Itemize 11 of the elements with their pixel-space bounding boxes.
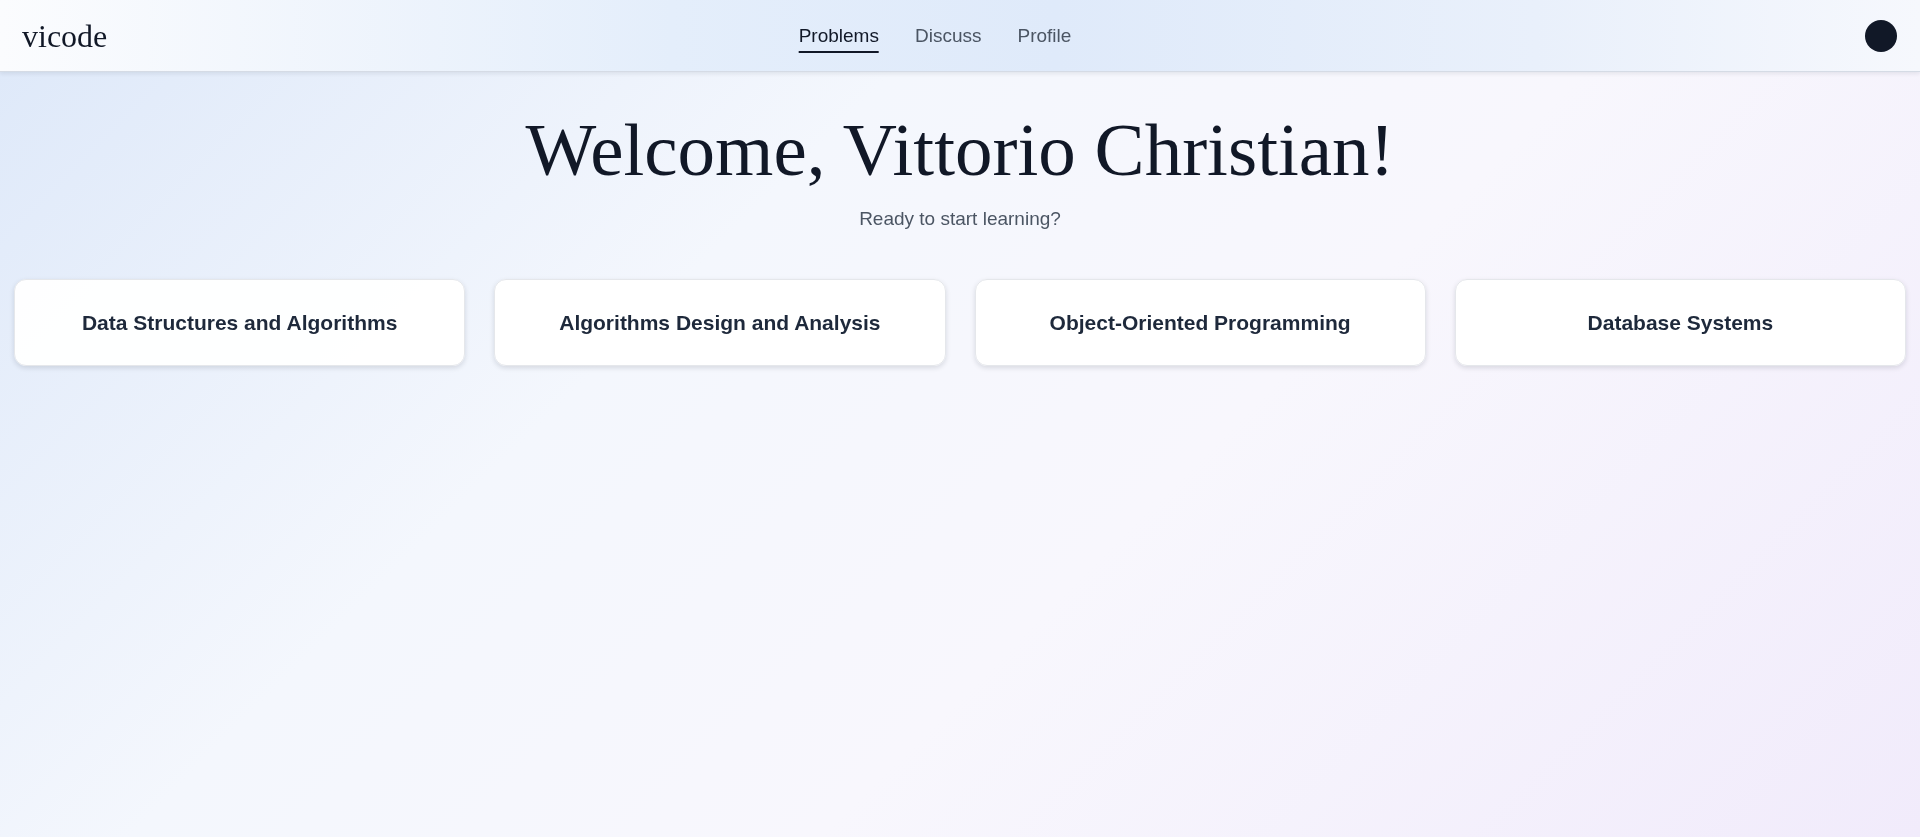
course-card[interactable]: Object-Oriented Programming: [974, 279, 1426, 366]
course-card[interactable]: Database Systems: [1454, 279, 1906, 366]
logo[interactable]: vicode: [22, 19, 108, 52]
welcome-subtitle: Ready to start learning?: [859, 209, 1061, 228]
nav-tab[interactable]: Discuss: [914, 19, 982, 53]
course-card[interactable]: Algorithms Design and Analysis: [494, 279, 946, 366]
welcome-heading: Welcome, Vittorio Christian!: [525, 112, 1395, 187]
course-card[interactable]: Data Structures and Algorithms: [14, 279, 466, 366]
user-avatar-icon[interactable]: [1865, 19, 1897, 52]
nav-tab[interactable]: Problems: [798, 19, 879, 53]
nav-tab[interactable]: Profile: [1017, 19, 1072, 53]
